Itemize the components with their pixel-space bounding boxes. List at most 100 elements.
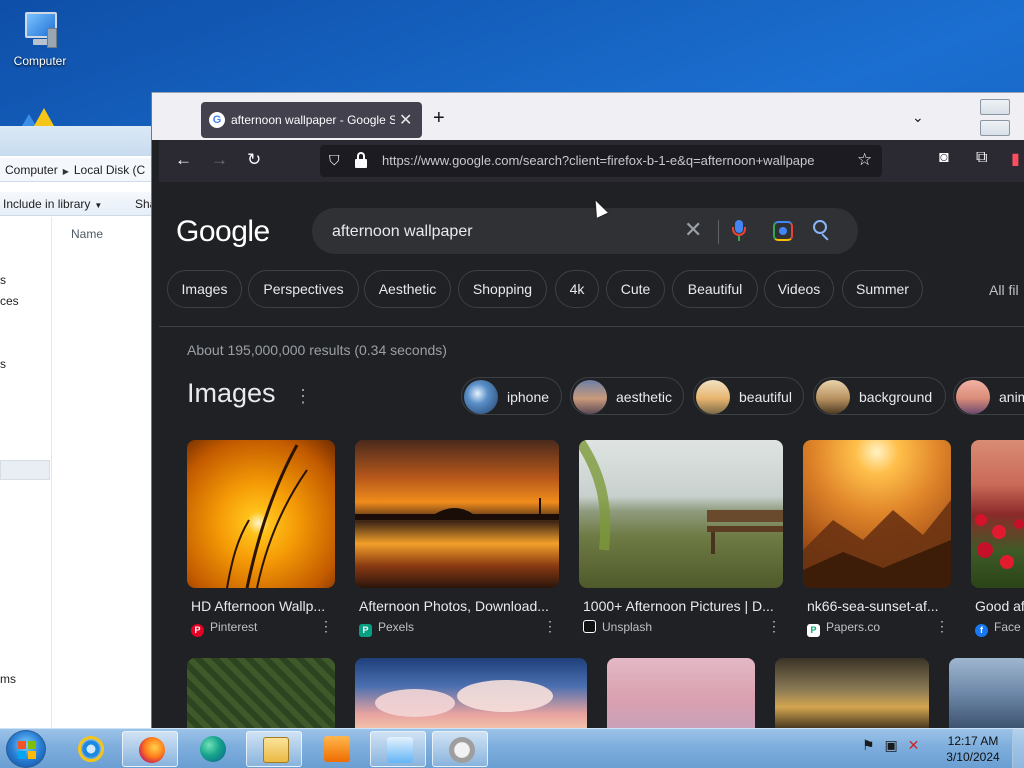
- reload-icon[interactable]: ↻: [247, 150, 261, 170]
- refine-label: aesthetic: [616, 389, 673, 405]
- image-result-row2-thumbnail[interactable]: [187, 658, 335, 728]
- result-title[interactable]: nk66-sea-sunset-af...: [807, 598, 947, 614]
- folder-shortcut-icon[interactable]: [18, 108, 62, 128]
- taskbar-edge[interactable]: [184, 731, 240, 767]
- url-text[interactable]: https://www.google.com/search?client=fir…: [382, 153, 852, 168]
- new-tab-button[interactable]: +: [433, 107, 445, 130]
- result-source: Unsplash: [583, 620, 652, 634]
- include-in-library-button[interactable]: Include in library ▼: [3, 197, 102, 211]
- result-thumbnail[interactable]: [579, 440, 783, 588]
- firefox-icon: [139, 737, 165, 763]
- maximize-button[interactable]: [980, 120, 1010, 136]
- breadcrumb-local-disk[interactable]: Local Disk (C: [74, 163, 145, 177]
- chip-shopping[interactable]: Shopping: [458, 270, 547, 308]
- google-lens-icon[interactable]: [773, 221, 793, 241]
- media-player-icon: [324, 736, 350, 762]
- clear-search-icon[interactable]: ✕: [684, 217, 702, 243]
- explorer-status-text: ms: [0, 672, 16, 686]
- all-filters-button[interactable]: All fil: [989, 282, 1019, 298]
- taskbar-firefox[interactable]: [122, 731, 178, 767]
- chip-cute[interactable]: Cute: [606, 270, 665, 308]
- result-thumbnail[interactable]: [355, 440, 559, 588]
- voice-search-mic-icon[interactable]: [732, 220, 746, 242]
- windows-logo-icon: [18, 741, 36, 759]
- pocket-icon[interactable]: ◙: [939, 149, 949, 167]
- minimize-button[interactable]: [980, 99, 1010, 115]
- bookmark-star-icon[interactable]: ☆: [857, 150, 872, 170]
- search-magnifier-icon[interactable]: [813, 220, 833, 242]
- show-desktop-button[interactable]: [1012, 729, 1024, 768]
- close-tab-icon[interactable]: ✕: [399, 110, 412, 130]
- image-result-row2-thumbnail[interactable]: [355, 658, 587, 728]
- taskbar-file-explorer[interactable]: [246, 731, 302, 767]
- chip-summer[interactable]: Summer: [842, 270, 923, 308]
- breadcrumb-computer[interactable]: Computer: [5, 163, 58, 177]
- result-thumbnail[interactable]: [187, 440, 335, 588]
- refine-chip-beautiful[interactable]: beautiful: [693, 377, 804, 415]
- more-options-kebab-icon[interactable]: ⋮: [294, 386, 312, 407]
- chip-images[interactable]: Images: [167, 270, 242, 308]
- lock-icon[interactable]: [355, 151, 367, 169]
- chip-4k[interactable]: 4k: [555, 270, 599, 308]
- extensions-puzzle-icon[interactable]: ⧉: [976, 149, 987, 167]
- browser-tab-active[interactable]: G afternoon wallpaper - Google S ✕: [201, 102, 422, 138]
- url-bar[interactable]: ⛉ https://www.google.com/search?client=f…: [320, 145, 882, 177]
- images-section-heading[interactable]: Images: [187, 378, 276, 409]
- back-arrow-icon[interactable]: ←: [175, 150, 192, 170]
- refine-thumb: [464, 380, 498, 414]
- taskbar-media-player[interactable]: [308, 731, 364, 767]
- search-box[interactable]: afternoon wallpaper ✕: [312, 208, 858, 254]
- result-more-kebab-icon[interactable]: ⋮: [767, 618, 781, 635]
- list-all-tabs-chevron-icon[interactable]: ⌄: [912, 109, 924, 126]
- result-thumbnail[interactable]: [803, 440, 951, 588]
- refine-chip-aesthetic[interactable]: aesthetic: [570, 377, 684, 415]
- chip-beautiful[interactable]: Beautiful: [672, 270, 758, 308]
- nav-item-fragment[interactable]: s: [0, 357, 6, 371]
- result-thumbnail[interactable]: [971, 440, 1024, 588]
- chip-videos[interactable]: Videos: [764, 270, 834, 308]
- result-title[interactable]: HD Afternoon Wallp...: [191, 598, 331, 614]
- volume-muted-icon[interactable]: ✕: [908, 737, 920, 753]
- column-header-name[interactable]: Name: [71, 227, 103, 241]
- action-center-flag-icon[interactable]: ⚑: [862, 737, 875, 753]
- image-result-row2-thumbnail[interactable]: [775, 658, 929, 728]
- taskbar-volume-mixer[interactable]: [432, 731, 488, 767]
- refine-chip-iphone[interactable]: iphone: [461, 377, 562, 415]
- google-logo[interactable]: Google: [176, 215, 270, 249]
- source-name: Pexels: [378, 620, 415, 634]
- refine-chip-background[interactable]: background: [813, 377, 946, 415]
- start-button[interactable]: [6, 730, 46, 768]
- taskbar-control-panel[interactable]: [370, 731, 426, 767]
- refine-label: iphone: [507, 389, 550, 405]
- system-clock[interactable]: 12:17 AM 3/10/2024: [944, 733, 1002, 765]
- image-result-row2-thumbnail[interactable]: [949, 658, 1024, 728]
- explorer-nav-pane: s ces s: [0, 217, 52, 728]
- search-divider: [718, 220, 719, 244]
- chip-perspectives[interactable]: Perspectives: [248, 270, 359, 308]
- result-title[interactable]: Good af: [975, 598, 1024, 614]
- pexels-icon: P: [359, 624, 372, 637]
- result-more-kebab-icon[interactable]: ⋮: [543, 618, 557, 635]
- image-result-row2-thumbnail[interactable]: [607, 658, 755, 728]
- computer-desktop-icon[interactable]: Computer: [6, 8, 74, 68]
- result-more-kebab-icon[interactable]: ⋮: [935, 618, 949, 635]
- tracking-protection-shield-icon[interactable]: ⛉: [329, 152, 340, 169]
- result-more-kebab-icon[interactable]: ⋮: [319, 618, 333, 635]
- refine-chip-anime[interactable]: anim: [953, 377, 1024, 415]
- unsplash-icon: [583, 620, 596, 633]
- result-title[interactable]: Afternoon Photos, Download...: [359, 598, 555, 614]
- nav-item-fragment[interactable]: s: [0, 273, 6, 287]
- nav-selected-item[interactable]: [0, 460, 50, 480]
- search-input[interactable]: afternoon wallpaper: [332, 223, 473, 241]
- network-icon[interactable]: ▣: [884, 737, 897, 753]
- explorer-address-bar[interactable]: Computer ▶ Local Disk (C: [0, 158, 152, 182]
- taskbar-internet-explorer[interactable]: [62, 731, 118, 767]
- taskbar: ⚑ ▣ ✕ 12:17 AM 3/10/2024: [0, 728, 1024, 768]
- chip-aesthetic[interactable]: Aesthetic: [364, 270, 451, 308]
- results-count: About 195,000,000 results (0.34 seconds): [187, 342, 447, 358]
- account-badge-icon[interactable]: ▮: [1011, 149, 1020, 169]
- result-title[interactable]: 1000+ Afternoon Pictures | D...: [583, 598, 779, 614]
- forward-arrow-icon[interactable]: →: [211, 150, 228, 170]
- share-button[interactable]: Sha: [135, 197, 152, 211]
- nav-item-fragment[interactable]: ces: [0, 294, 19, 308]
